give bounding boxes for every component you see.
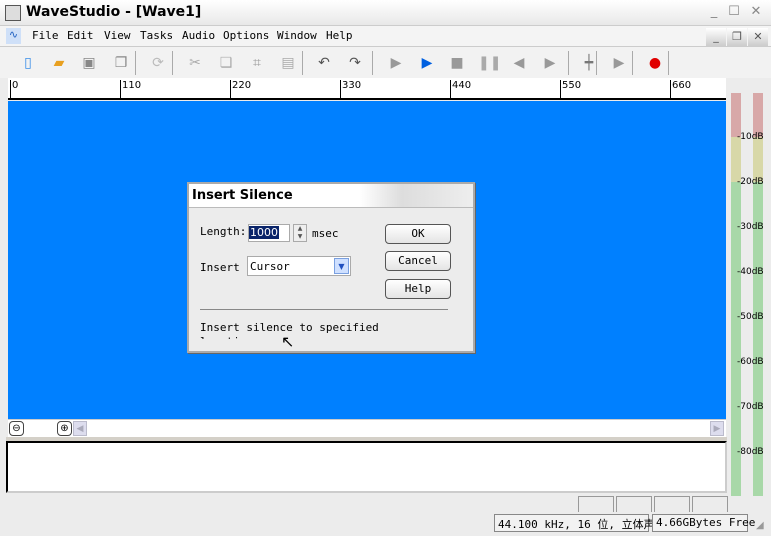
previous-icon[interactable]: ◀ bbox=[508, 53, 530, 73]
convert-icon[interactable]: ⟳ bbox=[147, 53, 169, 73]
play-loop-icon[interactable]: ▶ bbox=[416, 53, 438, 73]
insert-silence-dialog: Insert Silence Length: 1000 ▲ ▼ msec Inse… bbox=[187, 182, 475, 353]
ruler-tick-label: 660 bbox=[670, 80, 691, 98]
save-all-icon[interactable]: ❐ bbox=[110, 53, 132, 73]
length-spinner[interactable]: ▲ ▼ bbox=[293, 224, 307, 242]
status-audio-format: 44.100 kHz, 16 位, 立体声 bbox=[494, 514, 655, 532]
insert-label: Insert bbox=[200, 261, 240, 274]
minimize-button[interactable]: _ bbox=[706, 4, 722, 20]
paste-icon[interactable]: ▤ bbox=[277, 53, 299, 73]
redo-icon[interactable]: ↷ bbox=[344, 53, 366, 73]
marker-icon[interactable]: ▶ bbox=[608, 53, 630, 73]
meter-db-label: -50dB bbox=[737, 312, 764, 322]
menu-bar: ∿ File Edit View Tasks Audio Options Win… bbox=[0, 26, 771, 46]
menu-view[interactable]: View bbox=[104, 29, 131, 42]
toolbar-separator bbox=[632, 51, 633, 75]
menu-help[interactable]: Help bbox=[326, 29, 353, 42]
help-button[interactable]: Help bbox=[385, 279, 451, 299]
new-icon[interactable]: ▯ bbox=[17, 53, 39, 73]
toolbar: ▯ ▰ ▣ ❐ ⟳ ✂ ❏ ⌗ ▤ ↶ ↷ ▶ ▶ ■ ❚❚ ◀ ▶ ┿ ▶ ● bbox=[0, 46, 771, 78]
undo-icon[interactable]: ↶ bbox=[313, 53, 335, 73]
pause-icon[interactable]: ❚❚ bbox=[478, 53, 501, 73]
divider bbox=[200, 309, 448, 310]
cut-icon[interactable]: ✂ bbox=[184, 53, 206, 73]
app-icon[interactable] bbox=[5, 5, 21, 21]
copy-icon[interactable]: ❏ bbox=[215, 53, 237, 73]
status-box bbox=[616, 496, 652, 512]
toolbar-separator bbox=[668, 51, 669, 75]
scroll-left-icon[interactable]: ◀ bbox=[73, 421, 87, 436]
status-box bbox=[654, 496, 690, 512]
meter-db-label: -40dB bbox=[737, 267, 764, 277]
play-icon[interactable]: ▶ bbox=[385, 53, 407, 73]
ruler-tick-label: 440 bbox=[450, 80, 471, 98]
toolbar-separator bbox=[135, 51, 136, 75]
dialog-title: Insert Silence bbox=[189, 184, 473, 208]
insert-value: Cursor bbox=[250, 260, 290, 273]
mdi-minimize-button[interactable]: _ bbox=[706, 28, 726, 46]
horizontal-scrollbar[interactable]: ⊖ ⊕ ◀ ▶ bbox=[8, 419, 726, 437]
ruler-tick-label: 220 bbox=[230, 80, 251, 98]
menu-options[interactable]: Options bbox=[223, 29, 269, 42]
crop-icon[interactable]: ⌗ bbox=[246, 53, 268, 73]
toolbar-separator bbox=[302, 51, 303, 75]
menu-audio[interactable]: Audio bbox=[182, 29, 215, 42]
dialog-description: Insert silence to specified location bbox=[200, 321, 379, 339]
meter-db-label: -10dB bbox=[737, 132, 764, 142]
unit-label: msec bbox=[312, 227, 339, 240]
ruler-tick-label: 110 bbox=[120, 80, 141, 98]
toolbar-separator bbox=[596, 51, 597, 75]
stop-icon[interactable]: ■ bbox=[446, 53, 468, 73]
document-icon[interactable]: ∿ bbox=[6, 28, 21, 44]
scroll-right-icon[interactable]: ▶ bbox=[710, 421, 724, 436]
maximize-button[interactable]: ☐ bbox=[726, 4, 742, 20]
length-input[interactable]: 1000 bbox=[248, 224, 290, 242]
mdi-close-button[interactable]: ✕ bbox=[748, 28, 768, 46]
ok-button[interactable]: OK bbox=[385, 224, 451, 244]
menu-window[interactable]: Window bbox=[277, 29, 317, 42]
meter-db-label: -70dB bbox=[737, 402, 764, 412]
record-icon[interactable]: ● bbox=[644, 53, 666, 73]
zoom-in-icon[interactable]: ⊕ bbox=[57, 421, 72, 436]
secondary-pane bbox=[6, 441, 727, 493]
length-value: 1000 bbox=[249, 226, 279, 239]
meter-db-label: -60dB bbox=[737, 357, 764, 367]
meter-db-label: -20dB bbox=[737, 177, 764, 187]
ruler-tick-label: 0 bbox=[10, 80, 18, 98]
resize-grip-icon[interactable]: ◢ bbox=[756, 520, 764, 531]
insert-select[interactable]: Cursor ▼ bbox=[247, 256, 351, 276]
mouse-cursor-icon: ↖ bbox=[281, 332, 295, 351]
ruler-tick-label: 330 bbox=[340, 80, 361, 98]
status-box bbox=[578, 496, 614, 512]
title-bar: WaveStudio - [Wave1] _ ☐ ✕ bbox=[0, 0, 771, 26]
open-icon[interactable]: ▰ bbox=[48, 53, 70, 73]
meter-db-label: -30dB bbox=[737, 222, 764, 232]
level-meter-right bbox=[753, 93, 763, 496]
meter-db-label: -80dB bbox=[737, 447, 764, 457]
zoom-out-icon[interactable]: ⊖ bbox=[9, 421, 24, 436]
status-box bbox=[692, 496, 728, 512]
close-button[interactable]: ✕ bbox=[748, 4, 764, 20]
menu-tasks[interactable]: Tasks bbox=[140, 29, 173, 42]
mdi-restore-button[interactable]: ❐ bbox=[727, 28, 747, 46]
window-title: WaveStudio - [Wave1] bbox=[26, 4, 202, 20]
chevron-down-icon[interactable]: ▼ bbox=[334, 258, 349, 274]
toolbar-separator bbox=[568, 51, 569, 75]
toolbar-separator bbox=[172, 51, 173, 75]
menu-file[interactable]: File bbox=[32, 29, 59, 42]
time-ruler: 0 110 220 330 440 550 660 bbox=[8, 78, 726, 100]
next-icon[interactable]: ▶ bbox=[539, 53, 561, 73]
status-disk-free: 4.66GBytes Free bbox=[652, 514, 755, 532]
level-meter-left bbox=[731, 93, 741, 496]
menu-edit[interactable]: Edit bbox=[67, 29, 94, 42]
toolbar-separator bbox=[372, 51, 373, 75]
ruler-tick-label: 550 bbox=[560, 80, 581, 98]
cancel-button[interactable]: Cancel bbox=[385, 251, 451, 271]
save-icon[interactable]: ▣ bbox=[78, 53, 100, 73]
length-label: Length: bbox=[200, 225, 247, 238]
